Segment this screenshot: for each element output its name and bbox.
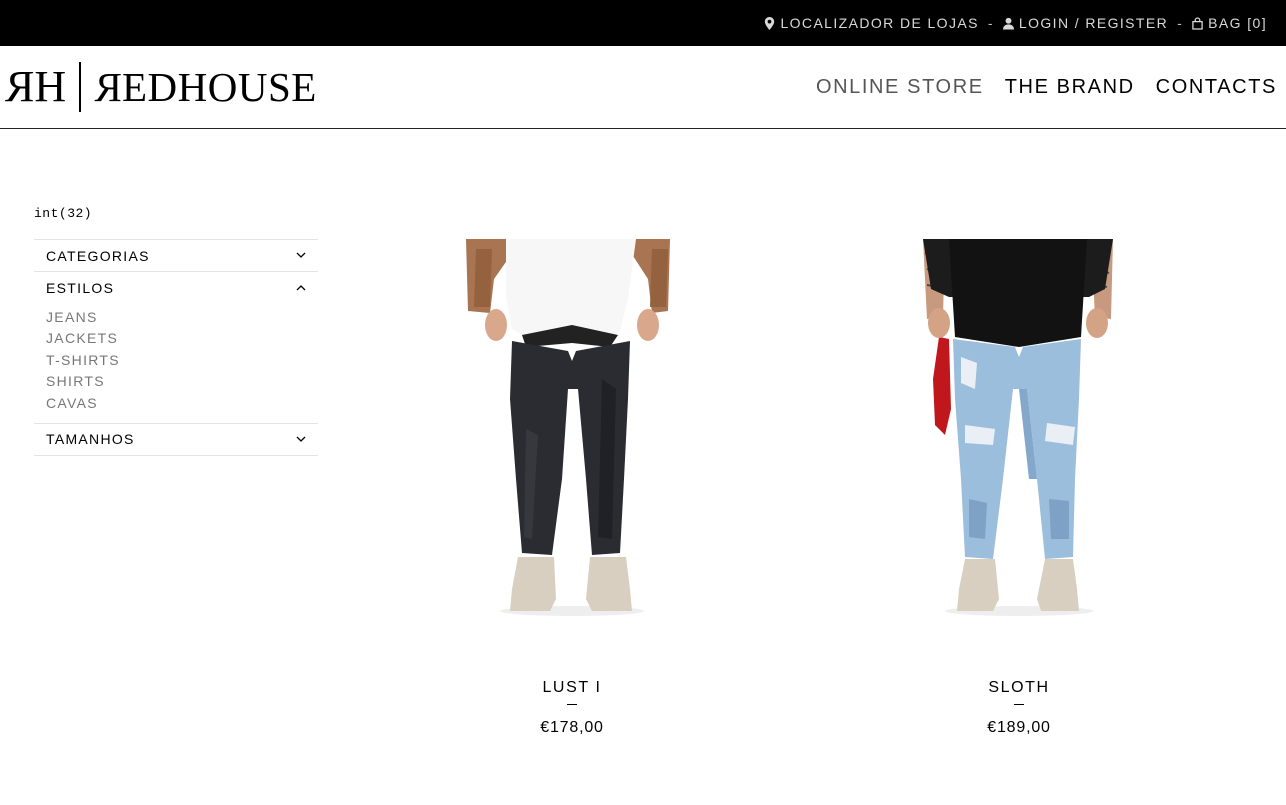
filter-tamanhos-label: TAMANHOS <box>46 431 135 448</box>
filter-option-shirts[interactable]: SHIRTS <box>46 371 306 392</box>
main-navigation: ONLINE STORE THE BRAND CONTACTS <box>816 76 1277 99</box>
filter-estilos-toggle[interactable]: ESTILOS <box>34 271 318 303</box>
site-header: RH REDHOUSE ONLINE STORE THE BRAND CONTA… <box>0 46 1286 129</box>
store-locator-link[interactable]: LOCALIZADOR DE LOJAS <box>764 15 978 31</box>
redhouse-logo[interactable]: RH REDHOUSE <box>8 61 317 113</box>
product-card[interactable]: SLOTH €189,00 <box>869 239 1169 749</box>
product-name-divider <box>567 704 577 705</box>
utility-separator: - <box>1177 15 1184 31</box>
filter-option-jackets[interactable]: JACKETS <box>46 328 306 349</box>
logo-wordmark: REDHOUSE <box>94 63 317 110</box>
utility-links: LOCALIZADOR DE LOJAS - LOGIN / REGISTER … <box>764 0 1267 46</box>
bag-link[interactable]: BAG [0] <box>1192 15 1267 31</box>
logo-monogram: RH <box>8 62 66 111</box>
nav-contacts[interactable]: CONTACTS <box>1156 76 1277 99</box>
logo-divider <box>79 62 82 112</box>
filter-sidebar: CATEGORIAS ESTILOS JEANS JACKETS T-SHIRT… <box>34 239 318 456</box>
top-utility-bar: LOCALIZADOR DE LOJAS - LOGIN / REGISTER … <box>0 0 1286 46</box>
map-pin-icon <box>765 16 775 30</box>
product-price: €189,00 <box>987 719 1051 736</box>
bag-icon <box>1192 16 1203 30</box>
chevron-up-icon <box>296 285 306 291</box>
nav-online-store[interactable]: ONLINE STORE <box>816 76 984 99</box>
filter-categorias-toggle[interactable]: CATEGORIAS <box>34 239 318 271</box>
product-image[interactable] <box>422 239 722 619</box>
login-register-label: LOGIN / REGISTER <box>1018 15 1169 31</box>
filter-categorias-label: CATEGORIAS <box>46 247 150 264</box>
user-icon <box>1002 17 1014 29</box>
chevron-down-icon <box>296 436 306 442</box>
nav-the-brand[interactable]: THE BRAND <box>1005 76 1135 99</box>
login-register-link[interactable]: LOGIN / REGISTER <box>1002 15 1169 31</box>
filter-option-t-shirts[interactable]: T-SHIRTS <box>46 350 306 371</box>
product-card[interactable]: LUST I €178,00 <box>422 239 722 749</box>
product-price: €178,00 <box>540 719 604 736</box>
product-image[interactable] <box>869 239 1169 619</box>
product-name[interactable]: SLOTH <box>869 679 1169 697</box>
chevron-down-icon <box>296 252 306 258</box>
filter-bottom-divider <box>34 454 318 456</box>
filter-tamanhos-toggle[interactable]: TAMANHOS <box>34 422 318 455</box>
filter-estilos-label: ESTILOS <box>46 279 115 296</box>
utility-separator: - <box>987 15 994 31</box>
filter-option-cavas[interactable]: CAVAS <box>46 393 306 414</box>
bag-label: BAG [0] <box>1208 15 1267 31</box>
product-name[interactable]: LUST I <box>422 679 722 697</box>
filter-estilos-options: JEANS JACKETS T-SHIRTS SHIRTS CAVAS <box>34 303 318 423</box>
filter-option-jeans[interactable]: JEANS <box>46 307 306 328</box>
store-locator-label: LOCALIZADOR DE LOJAS <box>780 15 979 31</box>
results-count: int(32) <box>34 206 93 221</box>
product-name-divider <box>1014 704 1024 705</box>
